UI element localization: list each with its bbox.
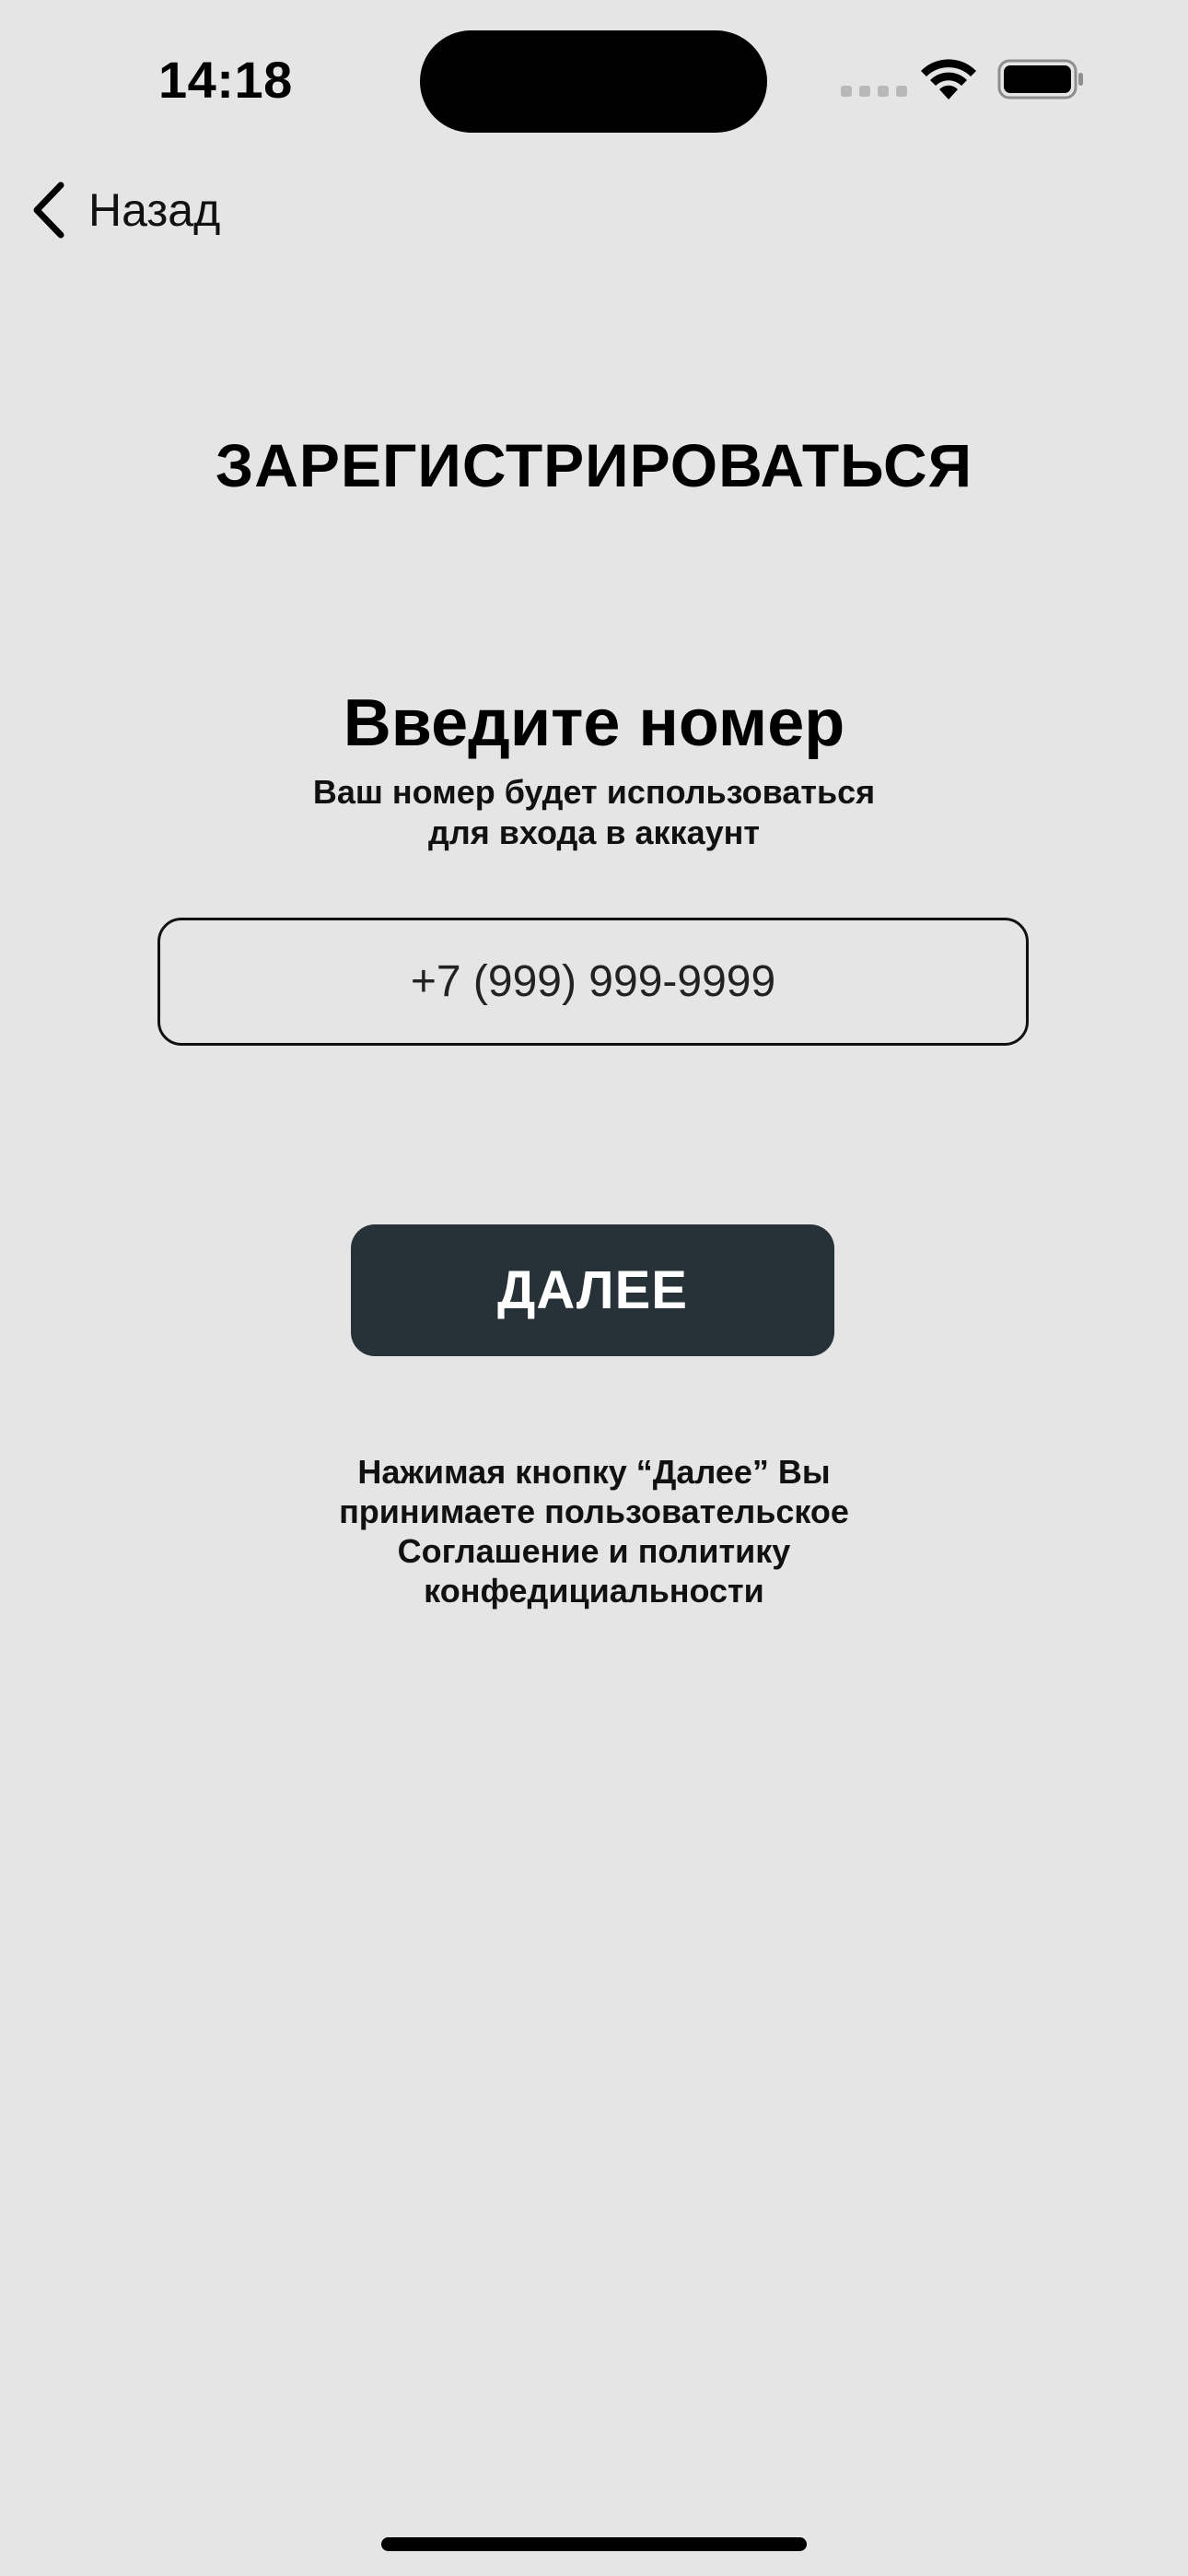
phone-field[interactable] (157, 918, 1029, 1046)
terms-line: Нажимая кнопку “Далее” Вы (357, 1453, 831, 1491)
registration-screen: 14:18 Назад ЗАРЕГИСТРИРОВАТЬСЯ Введите н… (0, 0, 1188, 2576)
battery-icon (997, 59, 1083, 100)
page-title: ЗАРЕГИСТРИРОВАТЬСЯ (215, 431, 973, 499)
next-button[interactable]: ДАЛЕЕ (351, 1224, 834, 1356)
phone-input[interactable] (160, 955, 1026, 1008)
subheading-line: для входа в аккаунт (428, 814, 760, 851)
cellular-signal-icon (841, 86, 907, 97)
back-label: Назад (88, 184, 221, 236)
home-indicator[interactable] (381, 2537, 807, 2551)
terms-notice: Нажимая кнопку “Далее” Вы принимаете пол… (0, 1452, 1188, 1610)
section-subheading: Ваш номер будет использоваться для входа… (0, 772, 1188, 853)
back-button[interactable]: Назад (26, 175, 220, 245)
section-heading: Введите номер (343, 686, 845, 760)
wifi-icon (921, 59, 976, 100)
subheading-line: Ваш номер будет использоваться (312, 773, 876, 811)
terms-line: конфедициальности (424, 1572, 764, 1610)
terms-line: Соглашение и политику (397, 1532, 791, 1570)
dynamic-island (420, 30, 767, 133)
terms-line: принимаете пользовательское (339, 1493, 849, 1530)
chevron-left-icon (33, 181, 64, 239)
status-time: 14:18 (158, 51, 293, 109)
